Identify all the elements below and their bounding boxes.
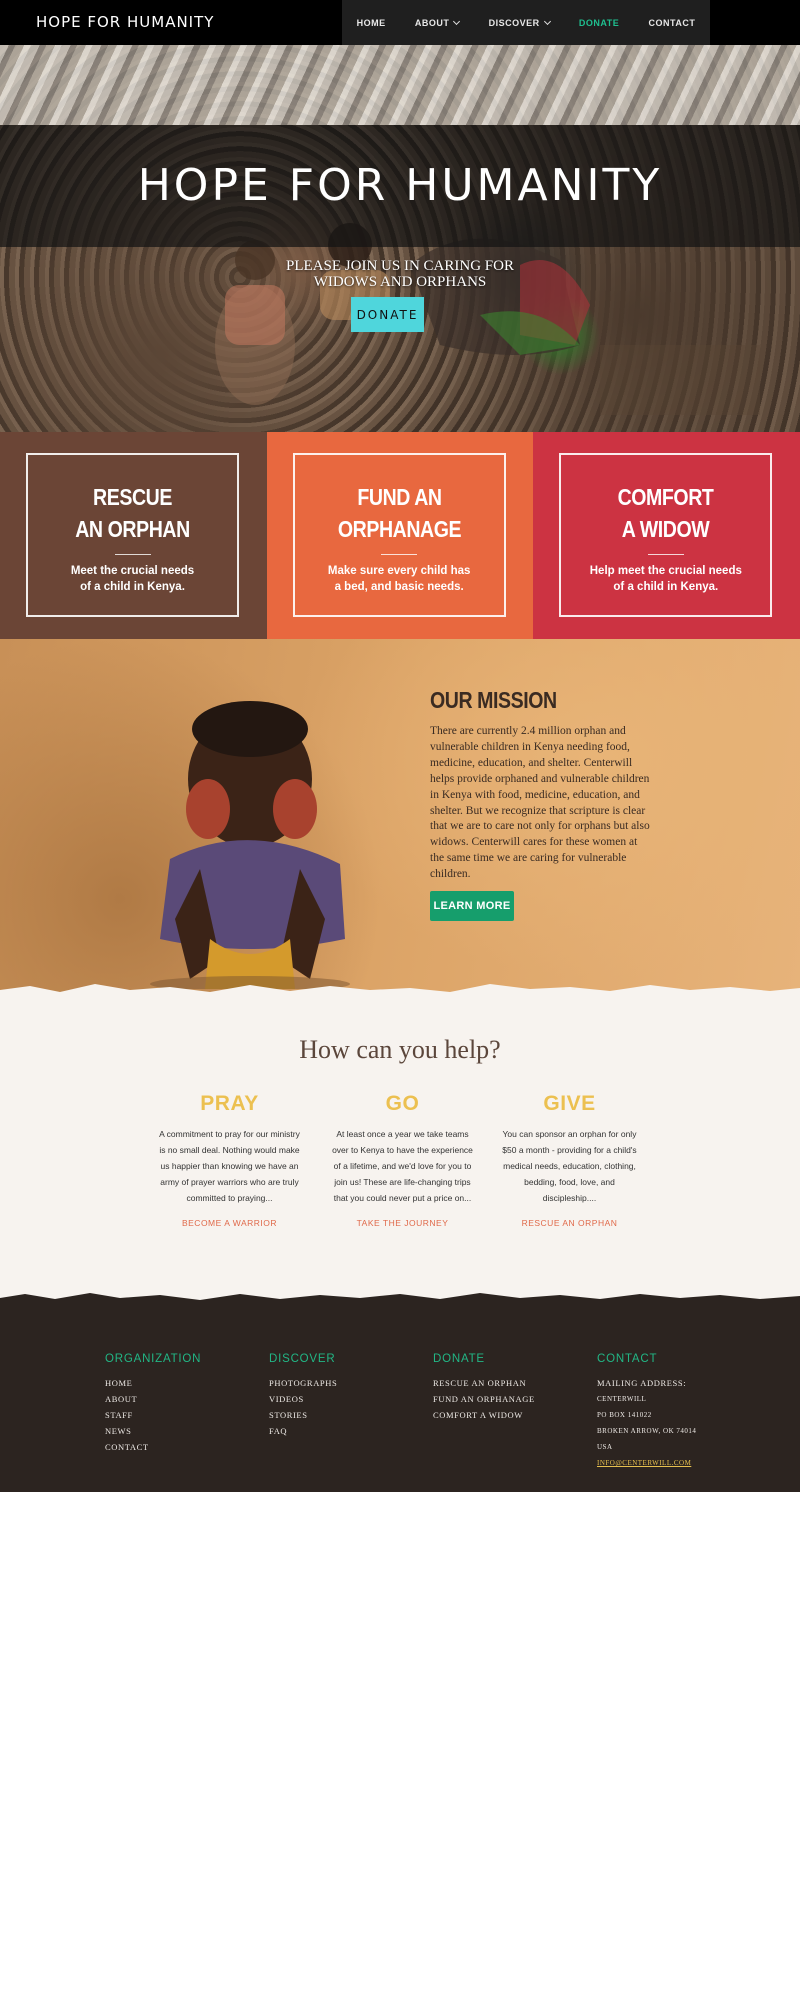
nav-about-label: ABOUT <box>414 17 450 28</box>
mission-text: There are currently 2.4 million orphan a… <box>430 725 650 881</box>
card-text: Help meet the crucial needs of a child i… <box>589 565 742 593</box>
card-frame: FUND AN ORPHANAGE Make sure every child … <box>292 453 506 617</box>
footer-link-home[interactable]: HOME <box>105 1375 201 1391</box>
footer-contact: CONTACT MAILING ADDRESS: CENTERWILL PO B… <box>597 1353 696 1471</box>
main-menu: HOME ABOUT DISCOVER DONATE CONTACT <box>342 0 710 45</box>
torn-edge-divider <box>0 1293 800 1306</box>
footer-donate: DONATE RESCUE AN ORPHAN FUND AN ORPHANAG… <box>433 1353 535 1423</box>
help-column-go: GO At least once a year we take teams ov… <box>330 1092 475 1228</box>
card-frame: COMFORT A WIDOW Help meet the crucial ne… <box>559 453 773 617</box>
footer-discover: DISCOVER PHOTOGRAPHS VIDEOS STORIES FAQ <box>269 1353 337 1439</box>
nav-donate[interactable]: DONATE <box>579 18 619 28</box>
footer-heading: ORGANIZATION <box>105 1353 202 1365</box>
nav-about[interactable]: ABOUT <box>414 17 461 28</box>
card-text: Meet the crucial needs of a child in Ken… <box>70 565 195 593</box>
card-divider <box>647 554 684 555</box>
address-line: CENTERWILL <box>597 1395 647 1403</box>
card-rescue-orphan[interactable]: RESCUE AN ORPHAN Meet the crucial needs … <box>0 432 267 639</box>
nav-contact-label: CONTACT <box>648 17 696 28</box>
hero-subtitle: PLEASE JOIN US IN CARING FOR WIDOWS AND … <box>250 258 550 290</box>
footer-link-photographs[interactable]: PHOTOGRAPHS <box>269 1375 337 1391</box>
learn-more-button[interactable]: LEARN MORE <box>430 891 514 921</box>
nav-contact[interactable]: CONTACT <box>648 18 695 28</box>
card-title: RESCUE AN ORPHAN <box>75 484 190 542</box>
rescue-orphan-link[interactable]: RESCUE AN ORPHAN <box>497 1218 642 1228</box>
address-line: PO BOX 141022 <box>597 1411 652 1419</box>
footer-link-fund-orphanage[interactable]: FUND AN ORPHANAGE <box>433 1391 535 1407</box>
help-heading: PRAY <box>200 1092 259 1115</box>
card-fund-orphanage[interactable]: FUND AN ORPHANAGE Make sure every child … <box>266 432 534 639</box>
card-divider <box>381 554 418 555</box>
address-line: USA <box>597 1443 613 1451</box>
nav-discover-label: DISCOVER <box>488 17 540 28</box>
help-section: How can you help? PRAY A commitment to p… <box>0 1000 800 1306</box>
footer-organization: ORGANIZATION HOME ABOUT STAFF NEWS CONTA… <box>105 1353 201 1455</box>
footer-heading: DONATE <box>433 1353 485 1365</box>
mailing-address-label: MAILING ADDRESS: <box>597 1378 687 1388</box>
footer-link-stories[interactable]: STORIES <box>269 1407 337 1423</box>
card-frame: RESCUE AN ORPHAN Meet the crucial needs … <box>26 453 239 617</box>
top-nav: HOPE FOR HUMANITY HOME ABOUT DISCOVER DO… <box>0 0 800 45</box>
help-text: At least once a year we take teams over … <box>332 1129 473 1203</box>
help-title: How can you help? <box>299 1035 501 1064</box>
action-cards: RESCUE AN ORPHAN Meet the crucial needs … <box>0 432 800 639</box>
take-journey-link[interactable]: TAKE THE JOURNEY <box>330 1218 475 1228</box>
nav-home[interactable]: HOME <box>357 18 386 28</box>
hero-donate-button[interactable]: DONATE <box>351 297 424 332</box>
nav-home-label: HOME <box>356 17 386 28</box>
chevron-down-icon <box>543 17 551 25</box>
help-text: You can sponsor an orphan for only $50 a… <box>502 1129 637 1203</box>
footer-link-videos[interactable]: VIDEOS <box>269 1391 337 1407</box>
nav-donate-label: DONATE <box>578 17 620 28</box>
footer-link-news[interactable]: NEWS <box>105 1423 201 1439</box>
card-title: FUND AN ORPHANAGE <box>337 484 462 542</box>
hero-subtitle-line2: WIDOWS AND ORPHANS <box>313 274 487 290</box>
site-footer: ORGANIZATION HOME ABOUT STAFF NEWS CONTA… <box>0 1305 800 1492</box>
help-text: A commitment to pray for our ministry is… <box>159 1129 300 1203</box>
hero-subtitle-line1: PLEASE JOIN US IN CARING FOR <box>286 258 514 274</box>
footer-link-contact[interactable]: CONTACT <box>105 1439 201 1455</box>
brand-logo[interactable]: HOPE FOR HUMANITY <box>36 13 214 31</box>
help-heading: GIVE <box>543 1092 596 1115</box>
card-comfort-widow[interactable]: COMFORT A WIDOW Help meet the crucial ne… <box>533 432 800 639</box>
footer-link-rescue-orphan[interactable]: RESCUE AN ORPHAN <box>433 1375 535 1391</box>
contact-email-link[interactable]: INFO@CENTERWILL.COM <box>597 1455 696 1471</box>
card-text: Make sure every child has a bed, and bas… <box>327 565 471 593</box>
footer-link-comfort-widow[interactable]: COMFORT A WIDOW <box>433 1407 535 1423</box>
mission-section: OUR MISSION There are currently 2.4 mill… <box>0 639 800 1000</box>
footer-heading: CONTACT <box>597 1353 658 1365</box>
chevron-down-icon <box>453 17 461 25</box>
help-heading: GO <box>385 1092 420 1115</box>
footer-link-faq[interactable]: FAQ <box>269 1423 337 1439</box>
torn-edge-divider <box>0 984 800 1000</box>
card-divider <box>114 554 151 555</box>
mission-photo-child <box>150 701 350 989</box>
hero-title: HOPE FOR HUMANITY <box>137 160 663 211</box>
footer-heading: DISCOVER <box>269 1353 336 1365</box>
help-column-give: GIVE You can sponsor an orphan for only … <box>497 1092 642 1228</box>
nav-discover[interactable]: DISCOVER <box>488 17 551 28</box>
help-column-pray: PRAY A commitment to pray for our minist… <box>157 1092 302 1228</box>
become-warrior-link[interactable]: BECOME A WARRIOR <box>157 1218 302 1228</box>
mission-title: OUR MISSION <box>430 687 557 713</box>
footer-link-staff[interactable]: STAFF <box>105 1407 201 1423</box>
hero-section: HOPE FOR HUMANITY PLEASE JOIN US IN CARI… <box>0 45 800 432</box>
footer-link-about[interactable]: ABOUT <box>105 1391 201 1407</box>
card-title: COMFORT A WIDOW <box>617 484 714 542</box>
address-line: BROKEN ARROW, OK 74014 <box>597 1427 697 1435</box>
